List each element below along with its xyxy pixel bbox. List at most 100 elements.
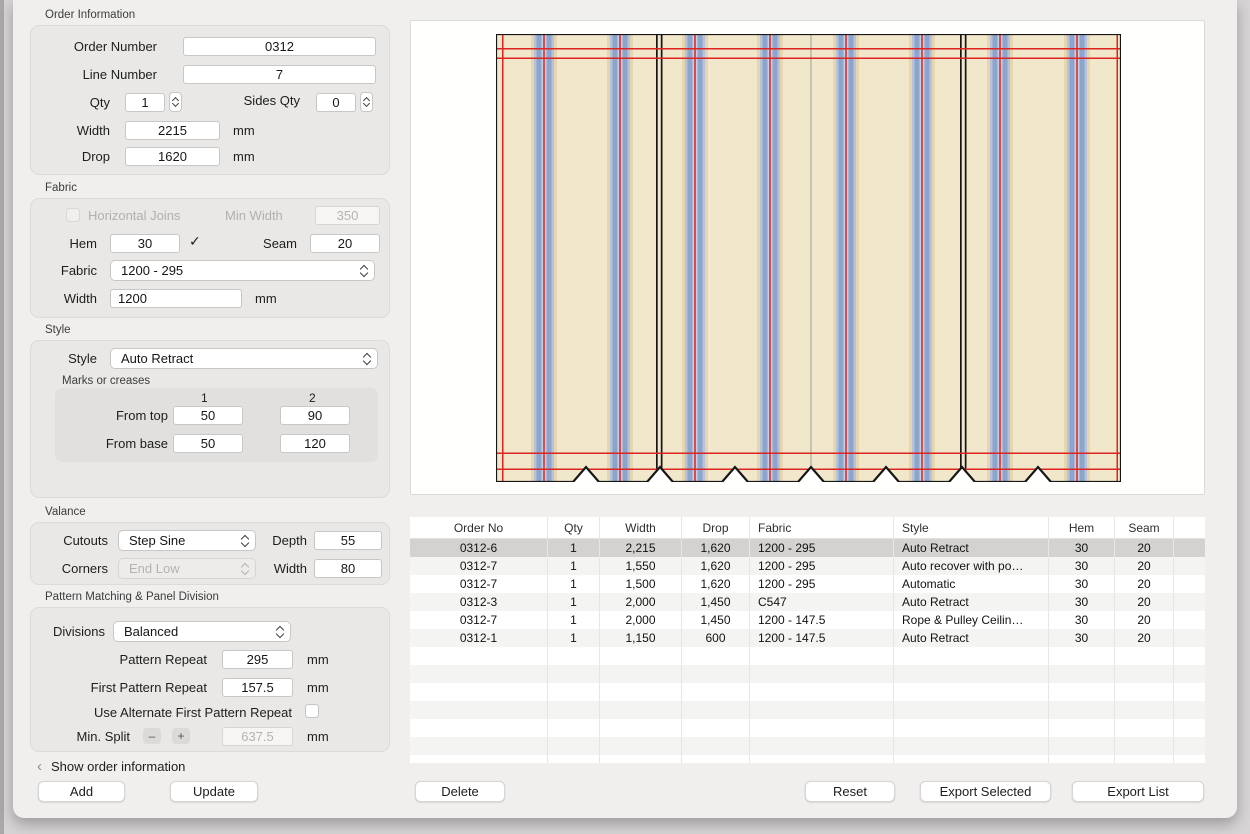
table-cell: 1200 - 295 [750, 557, 894, 575]
seam-field[interactable]: 20 [310, 234, 380, 253]
table-cell: 1 [548, 575, 600, 593]
style-select[interactable]: Auto Retract [110, 348, 378, 369]
first-pattern-repeat-field[interactable]: 157.5 [222, 678, 293, 697]
valance-width-field[interactable]: 80 [314, 559, 382, 578]
table-header-cell[interactable]: Qty [548, 517, 600, 538]
table-cell [894, 683, 1049, 701]
table-empty-row [410, 701, 1205, 719]
checkmark-icon[interactable]: ✓ [189, 233, 201, 250]
table-cell: 20 [1115, 575, 1174, 593]
first-pattern-repeat-unit: mm [307, 678, 329, 697]
from-base-2-field[interactable]: 120 [280, 434, 350, 453]
table-cell [410, 665, 548, 683]
qty-stepper[interactable] [169, 92, 182, 112]
table-row[interactable]: 0312-111,1506001200 - 147.5Auto Retract3… [410, 629, 1205, 647]
from-top-2-field[interactable]: 90 [280, 406, 350, 425]
table-cell: Auto Retract [894, 539, 1049, 557]
cutouts-label: Cutouts [40, 531, 108, 550]
horizontal-joins-label: Horizontal Joins [88, 206, 181, 225]
order-number-field[interactable]: 0312 [183, 37, 376, 56]
hem-field[interactable]: 30 [110, 234, 180, 253]
table-cell [682, 701, 750, 719]
table-empty-row [410, 719, 1205, 737]
table-cell: 20 [1115, 629, 1174, 647]
min-width-field[interactable]: 350 [315, 206, 380, 225]
table-header-cell[interactable]: Order No [410, 517, 548, 538]
table-cell [1049, 683, 1115, 701]
fabric-preview-panel [410, 20, 1205, 495]
table-header-cell[interactable] [1174, 517, 1205, 538]
table-cell [1174, 593, 1205, 611]
add-button[interactable]: Add [38, 781, 125, 802]
table-cell: 1,450 [682, 611, 750, 629]
table-header-cell[interactable]: Width [600, 517, 682, 538]
show-order-information-toggle[interactable]: ‹ Show order information [37, 759, 185, 774]
table-cell [1174, 683, 1205, 701]
table-cell: 1200 - 147.5 [750, 611, 894, 629]
use-alternate-checkbox[interactable] [305, 704, 319, 718]
delete-button[interactable]: Delete [415, 781, 505, 802]
fabric-width-field[interactable]: 1200 [110, 289, 242, 308]
update-button[interactable]: Update [170, 781, 258, 802]
from-base-label: From base [78, 434, 168, 453]
reset-button[interactable]: Reset [805, 781, 895, 802]
table-cell [1115, 719, 1174, 737]
table-cell [894, 755, 1049, 763]
line-number-field[interactable]: 7 [183, 65, 376, 84]
table-row[interactable]: 0312-711,5001,6201200 - 295Automatic3020 [410, 575, 1205, 593]
table-cell: 0312-7 [410, 611, 548, 629]
table-cell [410, 701, 548, 719]
divisions-select[interactable]: Balanced [113, 621, 291, 642]
table-row[interactable]: 0312-612,2151,6201200 - 295Auto Retract3… [410, 539, 1205, 557]
table-header-cell[interactable]: Style [894, 517, 1049, 538]
table-cell: 1200 - 295 [750, 539, 894, 557]
table-cell: 2,000 [600, 593, 682, 611]
table-cell [894, 647, 1049, 665]
table-cell: 1 [548, 593, 600, 611]
table-cell [600, 719, 682, 737]
horizontal-joins-checkbox[interactable] [66, 208, 80, 222]
pattern-repeat-field[interactable]: 295 [222, 650, 293, 669]
depth-field[interactable]: 55 [314, 531, 382, 550]
table-cell: 30 [1049, 593, 1115, 611]
table-cell [600, 683, 682, 701]
min-width-label: Min Width [225, 206, 283, 225]
from-top-1-field[interactable]: 50 [173, 406, 243, 425]
table-cell: 1 [548, 539, 600, 557]
corners-select[interactable]: End Low [118, 558, 256, 579]
drop-field[interactable]: 1620 [125, 147, 220, 166]
min-split-field[interactable]: 637.5 [222, 727, 293, 746]
fabric-select[interactable]: 1200 - 295 [110, 260, 375, 281]
table-row[interactable]: 0312-711,5501,6201200 - 295Auto recover … [410, 557, 1205, 575]
export-selected-button[interactable]: Export Selected [920, 781, 1051, 802]
table-cell [750, 665, 894, 683]
table-header-cell[interactable]: Hem [1049, 517, 1115, 538]
table-cell [682, 665, 750, 683]
table-header-cell[interactable]: Drop [682, 517, 750, 538]
style-select-value: Auto Retract [121, 351, 193, 366]
table-cell: Auto Retract [894, 629, 1049, 647]
min-split-decrement-button[interactable]: – [143, 728, 161, 744]
table-cell [682, 683, 750, 701]
cutouts-select[interactable]: Step Sine [118, 530, 256, 551]
width-field[interactable]: 2215 [125, 121, 220, 140]
table-header-cell[interactable]: Seam [1115, 517, 1174, 538]
table-cell [600, 737, 682, 755]
show-order-information-label: Show order information [51, 759, 185, 774]
table-cell: 30 [1049, 629, 1115, 647]
export-list-button[interactable]: Export List [1072, 781, 1204, 802]
sides-qty-field[interactable]: 0 [316, 93, 356, 112]
corners-label: Corners [40, 559, 108, 578]
table-cell: 600 [682, 629, 750, 647]
table-row[interactable]: 0312-712,0001,4501200 - 147.5Rope & Pull… [410, 611, 1205, 629]
table-header-cell[interactable]: Fabric [750, 517, 894, 538]
from-base-1-field[interactable]: 50 [173, 434, 243, 453]
min-split-increment-button[interactable]: + [172, 728, 190, 744]
table-row[interactable]: 0312-312,0001,450C547Auto Retract3020 [410, 593, 1205, 611]
sides-qty-stepper[interactable] [360, 92, 373, 112]
divisions-select-value: Balanced [124, 624, 178, 639]
table-cell [410, 719, 548, 737]
fabric-label: Fabric [40, 261, 97, 280]
table-cell: Rope & Pulley Ceilin… [894, 611, 1049, 629]
qty-field[interactable]: 1 [125, 93, 165, 112]
